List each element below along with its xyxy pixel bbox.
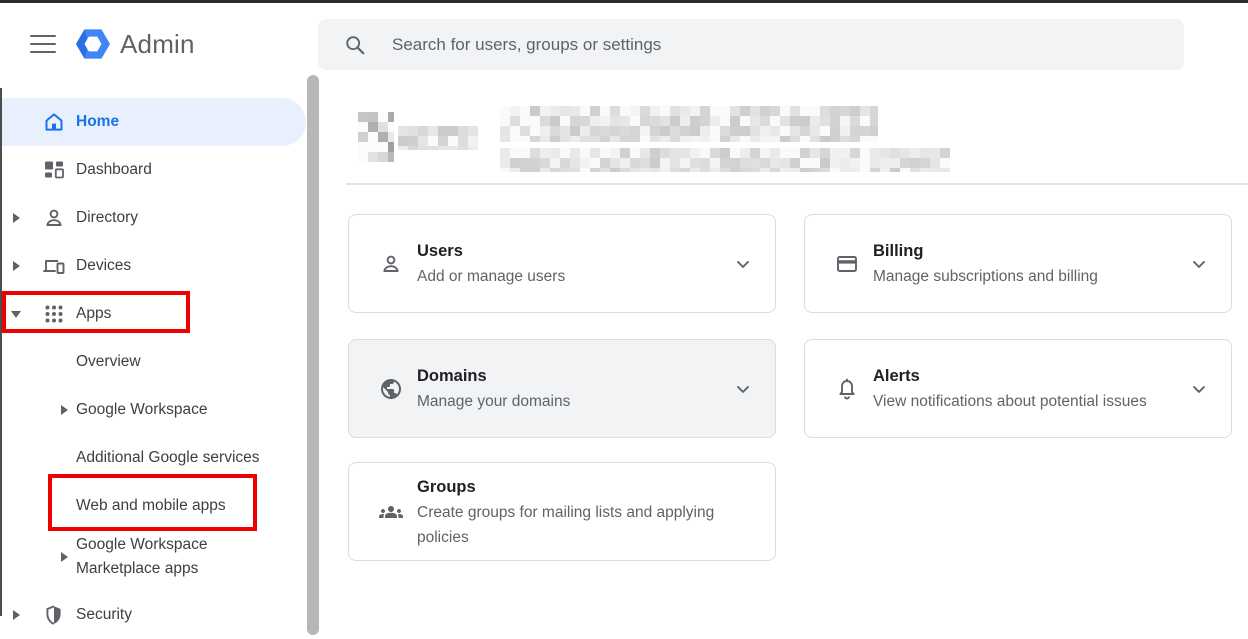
expand-right-icon (0, 213, 32, 223)
sidebar-nav: Home Dashboard Directory (0, 88, 306, 616)
sidebar-item-apps[interactable]: Apps (0, 290, 306, 338)
card-description: Create groups for mailing lists and appl… (417, 500, 747, 550)
redacted-text (398, 126, 478, 150)
redacted-text (500, 106, 878, 142)
card-users[interactable]: Users Add or manage users (348, 214, 776, 313)
sidebar-item-label: Additional Google services (76, 446, 260, 470)
sidebar-item-label: Security (76, 606, 132, 624)
chevron-down-icon[interactable] (1185, 250, 1213, 278)
sidebar-item-label: Directory (76, 209, 138, 227)
sidebar-item-apps-overview[interactable]: Overview (0, 338, 306, 386)
card-description: Add or manage users (417, 264, 719, 289)
sidebar-item-dashboard[interactable]: Dashboard (0, 146, 306, 194)
sidebar-item-label: Overview (76, 350, 141, 374)
sidebar-item-label: Dashboard (76, 161, 152, 179)
window-top-strip (0, 0, 1248, 3)
search-input[interactable] (392, 35, 1164, 55)
sidebar-item-home[interactable]: Home (0, 98, 306, 146)
sidebar-item-devices[interactable]: Devices (0, 242, 306, 290)
hamburger-menu-icon[interactable] (30, 33, 56, 55)
app-title: Admin (120, 29, 195, 60)
expand-down-icon (0, 311, 32, 318)
sidebar-item-label: Home (76, 113, 119, 131)
sidebar-item-gw-marketplace-apps[interactable]: Google Workspace Marketplace apps (0, 529, 306, 585)
billing-card-icon (835, 252, 859, 276)
sidebar-item-label: Apps (76, 305, 111, 323)
dashboard-icon (32, 158, 76, 182)
expand-right-icon (0, 261, 32, 271)
redacted-avatar (358, 112, 394, 162)
sidebar-scrollbar-thumb[interactable] (307, 75, 319, 635)
card-title: Billing (873, 238, 1175, 264)
chevron-down-icon[interactable] (1185, 375, 1213, 403)
section-divider (346, 183, 1248, 185)
bell-icon (835, 377, 859, 401)
expand-right-icon (52, 552, 76, 562)
main-content: Users Add or manage users Billing Manage… (320, 88, 1248, 616)
card-title: Users (417, 238, 719, 264)
chevron-down-icon[interactable] (729, 250, 757, 278)
sidebar-item-web-and-mobile-apps[interactable]: Web and mobile apps (0, 482, 306, 529)
search-bar[interactable] (318, 19, 1184, 70)
shield-icon (32, 603, 76, 627)
groups-icon (379, 500, 403, 524)
sidebar-item-directory[interactable]: Directory (0, 194, 306, 242)
chevron-down-icon[interactable] (729, 375, 757, 403)
search-icon (344, 34, 366, 56)
card-alerts[interactable]: Alerts View notifications about potentia… (804, 339, 1232, 438)
devices-icon (32, 254, 76, 278)
globe-icon (379, 377, 403, 401)
redacted-text (500, 148, 950, 172)
card-domains[interactable]: Domains Manage your domains (348, 339, 776, 438)
sidebar-item-label: Google Workspace (76, 398, 208, 422)
sidebar-item-security[interactable]: Security (0, 591, 306, 639)
topbar: Admin (0, 3, 1248, 88)
sidebar-item-label: Devices (76, 257, 131, 275)
card-description: Manage your domains (417, 389, 719, 414)
apps-grid-icon (32, 302, 76, 326)
card-title: Domains (417, 363, 719, 389)
home-icon (32, 110, 76, 134)
card-title: Alerts (873, 363, 1175, 389)
sidebar-item-google-workspace[interactable]: Google Workspace (0, 386, 306, 434)
card-groups[interactable]: Groups Create groups for mailing lists a… (348, 462, 776, 561)
admin-hexagon-icon (76, 27, 110, 61)
card-description: Manage subscriptions and billing (873, 264, 1175, 289)
sidebar-item-label: Web and mobile apps (76, 494, 226, 518)
sidebar-item-label: Google Workspace Marketplace apps (76, 533, 246, 581)
users-icon (379, 252, 403, 276)
admin-logo[interactable]: Admin (76, 27, 195, 61)
expand-right-icon (0, 610, 32, 620)
window-left-edge (0, 88, 2, 616)
expand-right-icon (52, 405, 76, 415)
sidebar-item-additional-google-services[interactable]: Additional Google services (0, 434, 306, 482)
person-icon (32, 206, 76, 230)
card-description: View notifications about potential issue… (873, 389, 1175, 414)
card-title: Groups (417, 474, 747, 500)
card-billing[interactable]: Billing Manage subscriptions and billing (804, 214, 1232, 313)
